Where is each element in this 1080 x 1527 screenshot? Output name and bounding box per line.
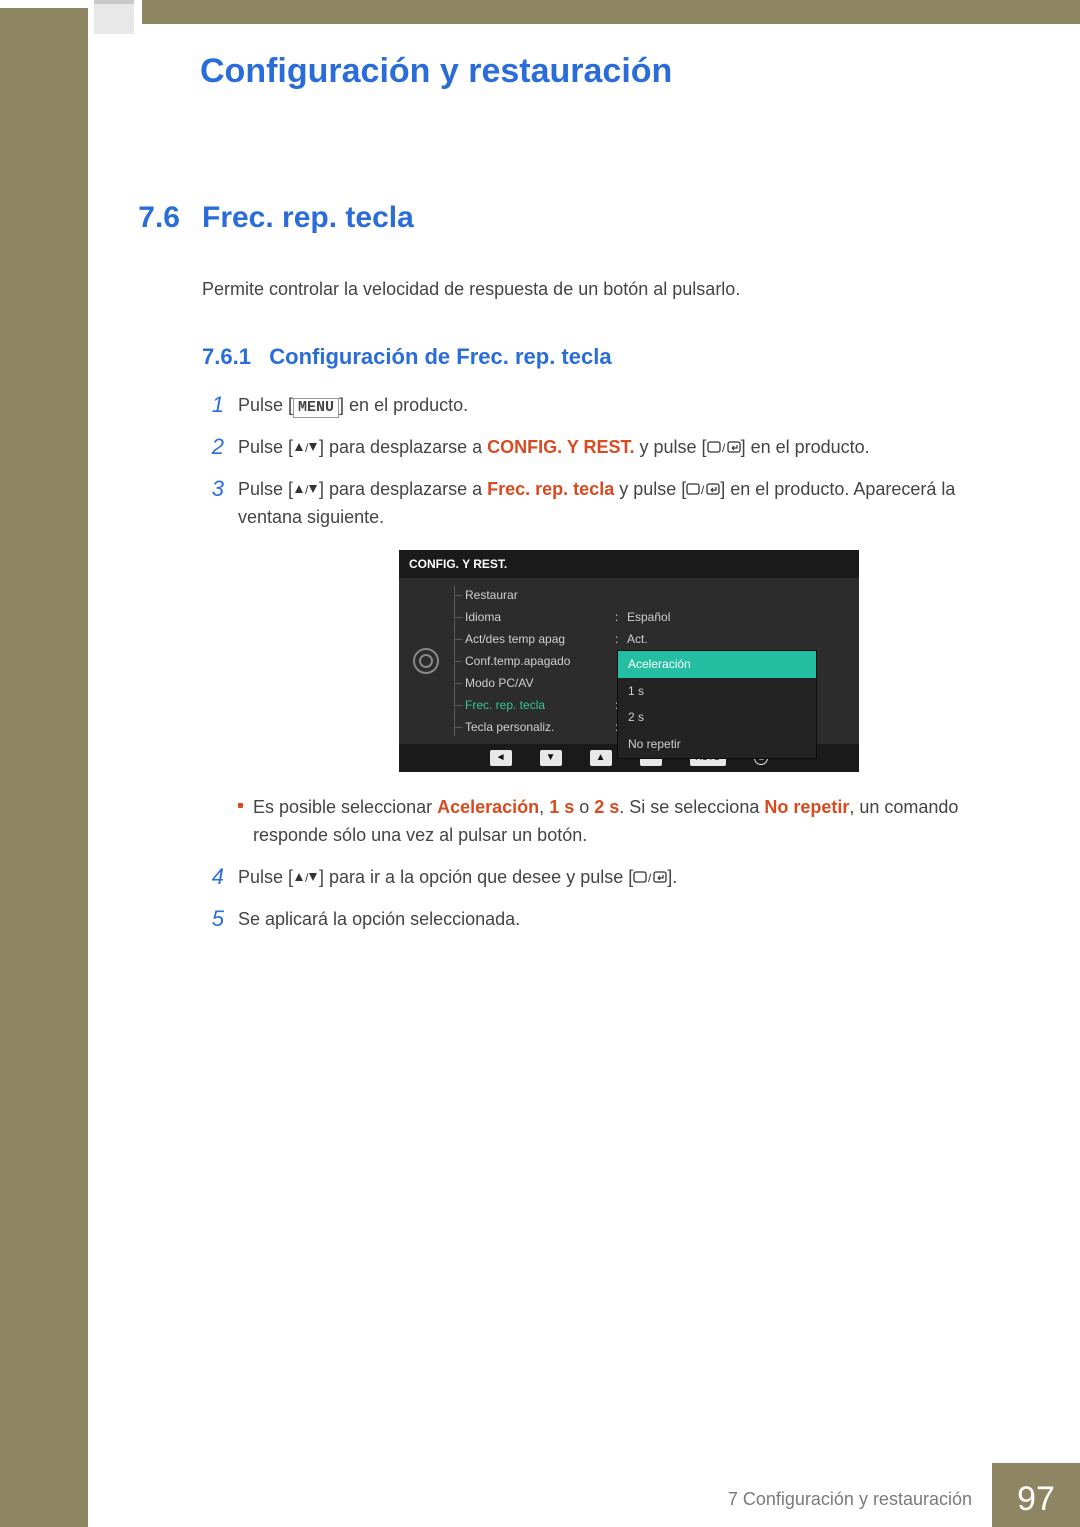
step-number: 1 xyxy=(202,392,224,420)
svg-text:/: / xyxy=(648,871,652,885)
subsection-title: Configuración de Frec. rep. tecla xyxy=(269,344,611,369)
up-down-icon: / xyxy=(293,437,319,457)
svg-text:/: / xyxy=(305,483,309,497)
up-down-icon: / xyxy=(293,479,319,499)
osd-title: CONFIG. Y REST. xyxy=(399,550,859,579)
gear-icon xyxy=(413,648,439,674)
svg-text:/: / xyxy=(701,483,705,497)
footer-chapter-text: 7 Configuración y restauración xyxy=(88,1471,992,1527)
svg-text:/: / xyxy=(305,871,309,885)
section-heading: 7.6 Frec. rep. tecla xyxy=(108,201,1020,235)
osd-dropdown-option: 1 s xyxy=(618,678,816,705)
section-title: Frec. rep. tecla xyxy=(202,201,414,235)
osd-dropdown: Aceleración 1 s 2 s No repetir xyxy=(617,650,817,758)
osd-screenshot: CONFIG. Y REST. Restaurar Idioma:Español… xyxy=(238,550,1020,773)
step-number: 4 xyxy=(202,864,224,892)
osd-dropdown-option: No repetir xyxy=(618,731,816,758)
enter-icon: / xyxy=(707,437,741,457)
step-1: 1 Pulse [MENU] en el producto. xyxy=(202,392,1020,420)
step-4: 4 Pulse [/] para ir a la opción que dese… xyxy=(202,864,1020,892)
step-number: 3 xyxy=(202,476,224,850)
osd-dropdown-option: 2 s xyxy=(618,704,816,731)
nav-target: CONFIG. Y REST. xyxy=(487,437,634,457)
menu-key-label: MENU xyxy=(293,398,339,418)
up-icon: ▲ xyxy=(590,750,612,766)
osd-dropdown-option-selected: Aceleración xyxy=(618,651,816,678)
osd-active-item: Frec. rep. tecla xyxy=(465,696,615,715)
section-number: 7.6 xyxy=(108,201,180,235)
step-2: 2 Pulse [/] para desplazarse a CONFIG. Y… xyxy=(202,434,1020,462)
page-footer: 7 Configuración y restauración 97 xyxy=(88,1471,1080,1527)
note-bullet: Es posible seleccionar Aceleración, 1 s … xyxy=(238,794,1020,850)
up-down-icon: / xyxy=(293,867,319,887)
subsection-number: 7.6.1 xyxy=(202,344,251,369)
left-margin-bar xyxy=(0,0,88,1527)
step-number: 2 xyxy=(202,434,224,462)
left-icon: ◄ xyxy=(490,750,512,766)
step-3: 3 Pulse [/] para desplazarse a Frec. rep… xyxy=(202,476,1020,850)
top-olive-strip xyxy=(142,0,1080,24)
steps-list: 1 Pulse [MENU] en el producto. 2 Pulse [… xyxy=(202,392,1020,934)
step-number: 5 xyxy=(202,906,224,934)
svg-text:/: / xyxy=(305,441,309,455)
page-number: 97 xyxy=(992,1471,1080,1527)
intro-paragraph: Permite controlar la velocidad de respue… xyxy=(202,279,1020,300)
svg-text:/: / xyxy=(722,441,726,455)
page-content: Configuración y restauración 7.6 Frec. r… xyxy=(88,24,1080,1527)
footer-olive-strip xyxy=(992,1463,1080,1471)
step-5: 5 Se aplicará la opción seleccionada. xyxy=(202,906,1020,934)
nav-target: Frec. rep. tecla xyxy=(487,479,614,499)
down-icon: ▼ xyxy=(540,750,562,766)
enter-icon: / xyxy=(686,479,720,499)
subsection-heading: 7.6.1 Configuración de Frec. rep. tecla xyxy=(202,344,1020,370)
enter-icon: / xyxy=(633,867,667,887)
chapter-title: Configuración y restauración xyxy=(200,52,1020,91)
